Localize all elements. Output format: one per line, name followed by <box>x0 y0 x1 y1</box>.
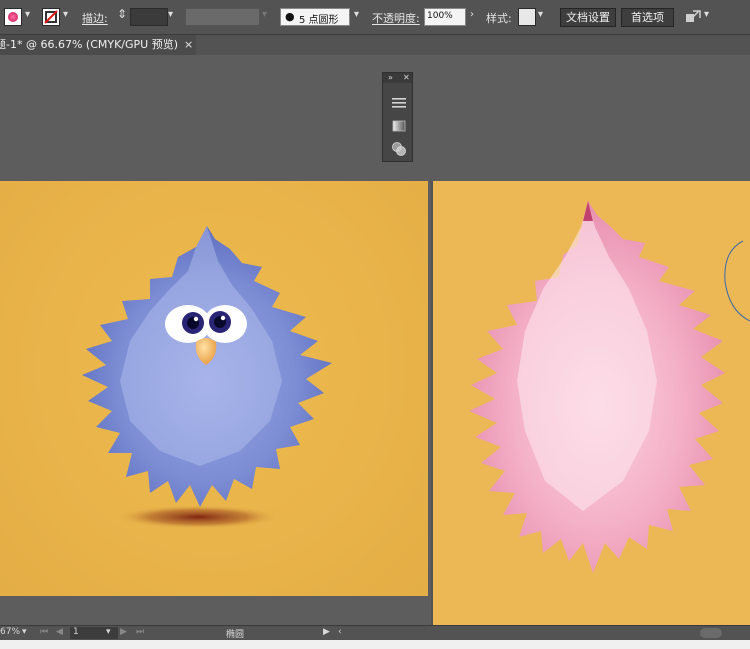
style-dropdown-icon[interactable]: ▾ <box>538 9 543 20</box>
last-artboard-icon[interactable]: ⏭ <box>136 627 144 637</box>
zoom-level[interactable]: 67% <box>0 627 20 637</box>
profile-dropdown-icon[interactable]: ▾ <box>262 9 267 20</box>
window-bottom-edge <box>0 640 750 649</box>
first-artboard-icon[interactable]: ⏮ <box>40 627 48 637</box>
previous-artboard-icon[interactable]: ◀ <box>56 627 63 637</box>
stroke-dropdown-icon[interactable]: ▾ <box>63 9 68 20</box>
artboard-right[interactable] <box>433 181 750 625</box>
no-stroke-icon <box>44 10 58 24</box>
stroke-weight-dropdown-icon[interactable]: ▾ <box>168 9 173 20</box>
fill-swatch[interactable] <box>4 8 22 26</box>
creature-shadow <box>116 505 280 529</box>
scroll-left-icon[interactable]: ‹ <box>338 627 342 637</box>
blue-fur-body <box>82 226 332 507</box>
artboard-left[interactable] <box>0 181 428 596</box>
arrange-documents-icon[interactable] <box>685 9 703 25</box>
pink-fur-body <box>469 201 725 573</box>
next-artboard-icon[interactable]: ▶ <box>120 627 127 637</box>
current-tool-label: 椭圆 <box>226 630 245 640</box>
opacity-value: 100% <box>427 11 453 21</box>
variable-width-profile[interactable] <box>185 8 260 26</box>
document-tab-bar: 标题-1* @ 66.67% (CMYK/GPU 预览) × <box>0 35 750 55</box>
zoom-dropdown-icon[interactable]: ▾ <box>22 627 27 637</box>
stroke-swatch[interactable] <box>42 8 60 26</box>
panel-header[interactable]: » ✕ <box>383 73 412 83</box>
style-label: 样式: <box>486 12 512 25</box>
brush-dropdown-icon[interactable]: ▾ <box>354 9 359 20</box>
floating-panel[interactable]: » ✕ <box>382 72 413 162</box>
control-bar: ▾ ▾ 描边: ⇕ ▾ ▾ ● 5 点圆形 ▾ 不透明度: 100% › 样式:… <box>0 0 750 35</box>
artboard-dropdown-icon[interactable]: ▾ <box>106 627 111 637</box>
opacity-arrow-icon[interactable]: › <box>470 9 474 20</box>
opacity-label[interactable]: 不透明度: <box>372 10 420 26</box>
brush-dot-icon: ● <box>285 10 295 23</box>
arrange-dropdown-icon[interactable]: ▾ <box>704 9 709 20</box>
style-swatch[interactable] <box>518 8 536 26</box>
preferences-button[interactable]: 首选项 <box>621 8 674 27</box>
status-bar: 67% ▾ ⏮ ◀ 1 ▾ ▶ ⏭ 椭圆 ▶ ‹ <box>0 625 750 641</box>
opacity-field[interactable]: 100% <box>424 8 466 26</box>
document-tab[interactable]: 标题-1* @ 66.67% (CMYK/GPU 预览) × <box>0 35 196 55</box>
stroke-weight-spinner-icon[interactable]: ⇕ <box>117 7 127 21</box>
horizontal-scroll-thumb[interactable] <box>700 628 722 638</box>
menu-lines-icon[interactable] <box>392 97 406 109</box>
document-tab-title: 标题-1* @ 66.67% (CMYK/GPU 预览) <box>0 38 178 51</box>
fill-dropdown-icon[interactable]: ▾ <box>25 9 30 20</box>
close-panel-icon[interactable]: ✕ <box>403 73 410 83</box>
blue-fluffy-creature[interactable] <box>0 181 428 596</box>
brush-label: 5 点圆形 <box>299 15 339 26</box>
pink-fluffy-creature[interactable] <box>433 181 750 625</box>
brush-definition[interactable]: ● 5 点圆形 <box>280 8 350 26</box>
artboard-number: 1 <box>73 627 79 637</box>
canvas-gap <box>0 596 428 625</box>
close-tab-icon[interactable]: × <box>184 35 193 55</box>
stroke-label: 描边: <box>82 12 108 25</box>
document-setup-button[interactable]: 文档设置 <box>560 8 616 27</box>
fill-color-icon <box>8 12 18 22</box>
status-menu-icon[interactable]: ▶ <box>323 627 330 637</box>
gradient-icon[interactable] <box>392 120 406 132</box>
transparency-icon[interactable] <box>392 142 406 156</box>
stroke-weight-field[interactable] <box>130 8 168 26</box>
selected-ellipse-path[interactable] <box>724 240 750 322</box>
collapse-panel-icon[interactable]: » <box>388 73 393 83</box>
